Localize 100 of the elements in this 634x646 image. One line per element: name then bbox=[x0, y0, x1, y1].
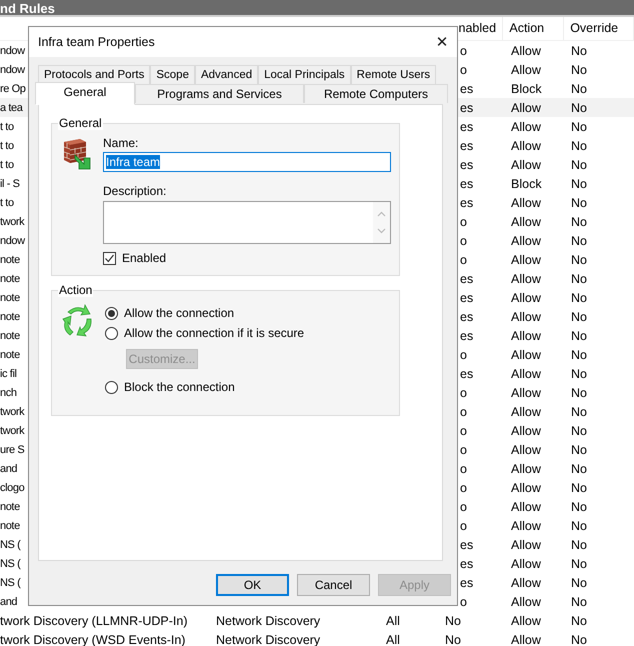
table-cell: es bbox=[460, 576, 474, 590]
table-cell: No bbox=[571, 386, 587, 400]
table-cell: o bbox=[460, 404, 467, 418]
table-cell: NS ( bbox=[0, 539, 20, 551]
input-field[interactable]: Infra team bbox=[103, 152, 391, 172]
table-cell: Allow bbox=[511, 366, 541, 380]
group-title: General bbox=[58, 116, 103, 130]
table-cell: o bbox=[460, 252, 467, 266]
table-cell: No bbox=[571, 462, 587, 476]
table-cell: No bbox=[571, 538, 587, 552]
radio-button[interactable] bbox=[105, 326, 118, 340]
table-cell: and bbox=[0, 463, 18, 475]
radio-button[interactable] bbox=[105, 306, 118, 320]
tab[interactable]: Programs and Services bbox=[135, 84, 304, 103]
table-cell: Allow bbox=[511, 442, 541, 456]
column-header[interactable]: Override bbox=[570, 22, 618, 35]
table-cell: note bbox=[0, 292, 20, 304]
table-cell: Allow bbox=[511, 594, 541, 608]
table-cell: Allow bbox=[511, 632, 541, 646]
tab[interactable]: Protocols and Ports bbox=[38, 65, 150, 84]
table-cell: Allow bbox=[511, 44, 541, 58]
table-cell: o bbox=[460, 500, 467, 514]
table-cell: t to bbox=[0, 197, 14, 209]
table-cell: No bbox=[445, 632, 461, 646]
table-cell: twork Discovery (WSD Events-In) bbox=[0, 632, 186, 646]
table-cell: o bbox=[460, 594, 467, 608]
table-cell: Allow bbox=[511, 556, 541, 570]
table-cell: o bbox=[460, 442, 467, 456]
table-cell: Allow bbox=[511, 100, 541, 114]
table-cell: Allow bbox=[511, 120, 541, 134]
table-cell: Block bbox=[511, 176, 542, 190]
table-row[interactable]: twork Discovery (LLMNR-UDP-In) Network Discovery All No Allow No bbox=[0, 611, 634, 630]
radio-label: Block the connection bbox=[124, 380, 235, 394]
table-cell: No bbox=[571, 424, 587, 438]
table-cell: es bbox=[460, 290, 474, 304]
table-cell: es bbox=[460, 556, 474, 570]
tab[interactable]: Local Principals bbox=[258, 65, 351, 84]
table-cell: No bbox=[571, 614, 587, 628]
table-cell: es bbox=[460, 100, 474, 114]
table-cell: es bbox=[460, 328, 474, 342]
table-cell: No bbox=[571, 82, 587, 96]
table-cell: Allow bbox=[511, 462, 541, 476]
table-cell: Allow bbox=[511, 196, 541, 210]
table-cell: es bbox=[460, 196, 474, 210]
table-cell: Allow bbox=[511, 386, 541, 400]
table-cell: Allow bbox=[511, 310, 541, 324]
table-cell: No bbox=[571, 44, 587, 58]
table-cell: es bbox=[460, 120, 474, 134]
table-cell: No bbox=[571, 310, 587, 324]
table-cell: No bbox=[571, 252, 587, 266]
checkbox[interactable] bbox=[103, 252, 116, 264]
table-cell: Block bbox=[511, 82, 542, 96]
tab[interactable]: Remote Computers bbox=[304, 84, 448, 103]
tab[interactable]: General bbox=[35, 82, 135, 105]
table-cell: No bbox=[571, 632, 587, 646]
window-title: nd Rules bbox=[0, 2, 55, 15]
column-header[interactable]: Action bbox=[509, 22, 544, 35]
table-cell: Allow bbox=[511, 252, 541, 266]
table-cell: note bbox=[0, 501, 20, 513]
table-cell: No bbox=[571, 480, 587, 494]
tab[interactable]: Remote Users bbox=[350, 65, 436, 84]
table-cell: o bbox=[460, 424, 467, 438]
close-button[interactable]: ✕ bbox=[427, 28, 457, 56]
table-cell: es bbox=[460, 82, 474, 96]
table-cell: es bbox=[460, 538, 474, 552]
table-cell: No bbox=[571, 62, 587, 76]
table-cell: Allow bbox=[511, 328, 541, 342]
table-cell: o bbox=[460, 480, 467, 494]
table-cell: twork bbox=[0, 425, 24, 437]
dialog-button[interactable]: OK bbox=[216, 574, 289, 596]
table-cell: No bbox=[571, 234, 587, 248]
table-cell: No bbox=[571, 290, 587, 304]
table-cell: Allow bbox=[511, 538, 541, 552]
table-cell: es bbox=[460, 138, 474, 152]
table-cell: a tea bbox=[0, 102, 22, 114]
table-row[interactable]: twork Discovery (WSD Events-In) Network Discovery All No Allow No bbox=[0, 630, 634, 646]
table-cell: clogo bbox=[0, 482, 24, 494]
table-cell: Allow bbox=[511, 348, 541, 362]
table-cell: Allow bbox=[511, 234, 541, 248]
table-cell: NS ( bbox=[0, 558, 20, 570]
tab[interactable]: Scope bbox=[150, 65, 195, 84]
dialog-button[interactable]: Cancel bbox=[297, 574, 370, 596]
table-cell: note bbox=[0, 520, 20, 532]
table-cell: Allow bbox=[511, 518, 541, 532]
table-cell: Allow bbox=[511, 290, 541, 304]
table-cell: No bbox=[571, 594, 587, 608]
table-cell: es bbox=[460, 310, 474, 324]
table-cell: Allow bbox=[511, 614, 541, 628]
table-cell: Allow bbox=[511, 272, 541, 286]
tab[interactable]: Advanced bbox=[194, 65, 258, 84]
table-cell: ndow bbox=[0, 45, 25, 57]
table-cell: o bbox=[460, 44, 467, 58]
table-cell: All bbox=[386, 614, 400, 628]
radio-button[interactable] bbox=[105, 380, 118, 394]
circular-arrows-icon bbox=[60, 303, 94, 337]
table-cell: No bbox=[571, 500, 587, 514]
column-header[interactable]: nabled bbox=[458, 22, 496, 35]
table-cell: Allow bbox=[511, 480, 541, 494]
table-cell: es bbox=[460, 272, 474, 286]
table-cell: No bbox=[571, 576, 587, 590]
